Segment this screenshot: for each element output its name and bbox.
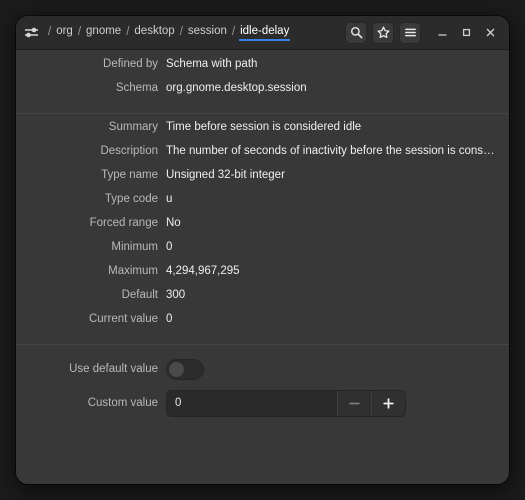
property-value: The number of seconds of inactivity befo…: [166, 145, 497, 157]
search-icon: [350, 26, 363, 39]
property-value: Unsigned 32-bit integer: [166, 169, 285, 181]
window-controls: [431, 22, 501, 44]
property-value: 4,294,967,295: [166, 265, 240, 277]
use-default-value-label: Use default value: [69, 363, 158, 375]
custom-value-spinner[interactable]: 0: [166, 389, 406, 417]
property-label: Defined by: [103, 58, 158, 70]
property-row-defined-by: Defined by Schema with path: [16, 58, 509, 82]
close-icon: [485, 27, 496, 38]
use-default-value-row: Use default value: [16, 352, 509, 386]
property-value: 0: [166, 313, 173, 325]
property-label: Current value: [88, 313, 158, 325]
plus-icon: [382, 397, 395, 410]
property-row-type-name: Type name Unsigned 32-bit integer: [16, 169, 509, 193]
header-buttons: [345, 21, 421, 44]
breadcrumb-separator-2: /: [126, 25, 130, 38]
use-default-value-toggle[interactable]: [166, 358, 204, 380]
property-row-forced-range: Forced range No: [16, 217, 509, 241]
breadcrumb-item-idle-delay[interactable]: idle-delay: [239, 24, 291, 42]
property-label: Type code: [104, 193, 158, 205]
search-button[interactable]: [345, 21, 367, 44]
property-row-minimum: Minimum 0: [16, 241, 509, 265]
bookmark-button[interactable]: [372, 21, 394, 44]
breadcrumb-separator-4: /: [231, 25, 236, 38]
dconf-editor-window: / org / gnome / desktop / session / idle…: [16, 16, 509, 484]
breadcrumb-separator-1: /: [77, 25, 82, 38]
property-row-current-value: Current value 0: [16, 313, 509, 337]
property-label: Summary: [108, 121, 158, 133]
property-label: Default: [121, 289, 158, 301]
property-value: 0: [166, 241, 173, 253]
property-label: Type name: [101, 169, 158, 181]
minimize-icon: [437, 27, 448, 38]
property-value: Schema with path: [166, 58, 258, 70]
section-separator-2: [16, 344, 509, 345]
property-label: Schema: [115, 82, 158, 94]
breadcrumb-item-desktop[interactable]: desktop: [133, 24, 175, 42]
property-value: No: [166, 217, 181, 229]
settings-sliders-icon: [23, 24, 40, 41]
property-row-type-code: Type code u: [16, 193, 509, 217]
section-separator-1: [16, 113, 509, 114]
property-row-description: Description The number of seconds of ina…: [16, 145, 509, 169]
property-label: Description: [100, 145, 158, 157]
key-properties-panel: Defined by Schema with path Schema org.g…: [16, 50, 509, 484]
breadcrumb: / org / gnome / desktop / session / idle…: [23, 24, 339, 42]
property-value: 300: [166, 289, 186, 301]
increment-button[interactable]: [371, 390, 405, 416]
toggle-knob: [168, 360, 185, 378]
property-label: Forced range: [89, 217, 158, 229]
hamburger-menu-icon: [404, 26, 417, 39]
property-value: org.gnome.desktop.session: [166, 82, 307, 94]
minimize-button[interactable]: [431, 22, 453, 44]
custom-value-input[interactable]: 0: [167, 391, 337, 416]
star-icon: [377, 26, 390, 39]
maximize-button[interactable]: [455, 22, 477, 44]
breadcrumb-item-org[interactable]: org: [55, 24, 74, 42]
property-row-maximum: Maximum 4,294,967,295: [16, 265, 509, 289]
minus-icon: [348, 397, 361, 410]
custom-value-label: Custom value: [87, 397, 158, 409]
property-row-schema: Schema org.gnome.desktop.session: [16, 82, 509, 106]
property-value: Time before session is considered idle: [166, 121, 362, 133]
property-value: u: [166, 193, 173, 205]
property-row-default: Default 300: [16, 289, 509, 313]
header-bar: / org / gnome / desktop / session / idle…: [16, 16, 509, 50]
breadcrumb-separator-3: /: [179, 25, 183, 38]
decrement-button[interactable]: [337, 390, 371, 416]
close-button[interactable]: [479, 22, 501, 44]
maximize-icon: [461, 27, 472, 38]
breadcrumb-item-session[interactable]: session: [187, 24, 228, 42]
property-row-summary: Summary Time before session is considere…: [16, 121, 509, 145]
breadcrumb-separator-0: /: [48, 25, 52, 38]
breadcrumb-item-gnome[interactable]: gnome: [85, 24, 122, 42]
menu-button[interactable]: [399, 21, 421, 44]
property-label: Maximum: [108, 265, 158, 277]
property-label: Minimum: [111, 241, 158, 253]
custom-value-row: Custom value 0: [16, 386, 509, 420]
